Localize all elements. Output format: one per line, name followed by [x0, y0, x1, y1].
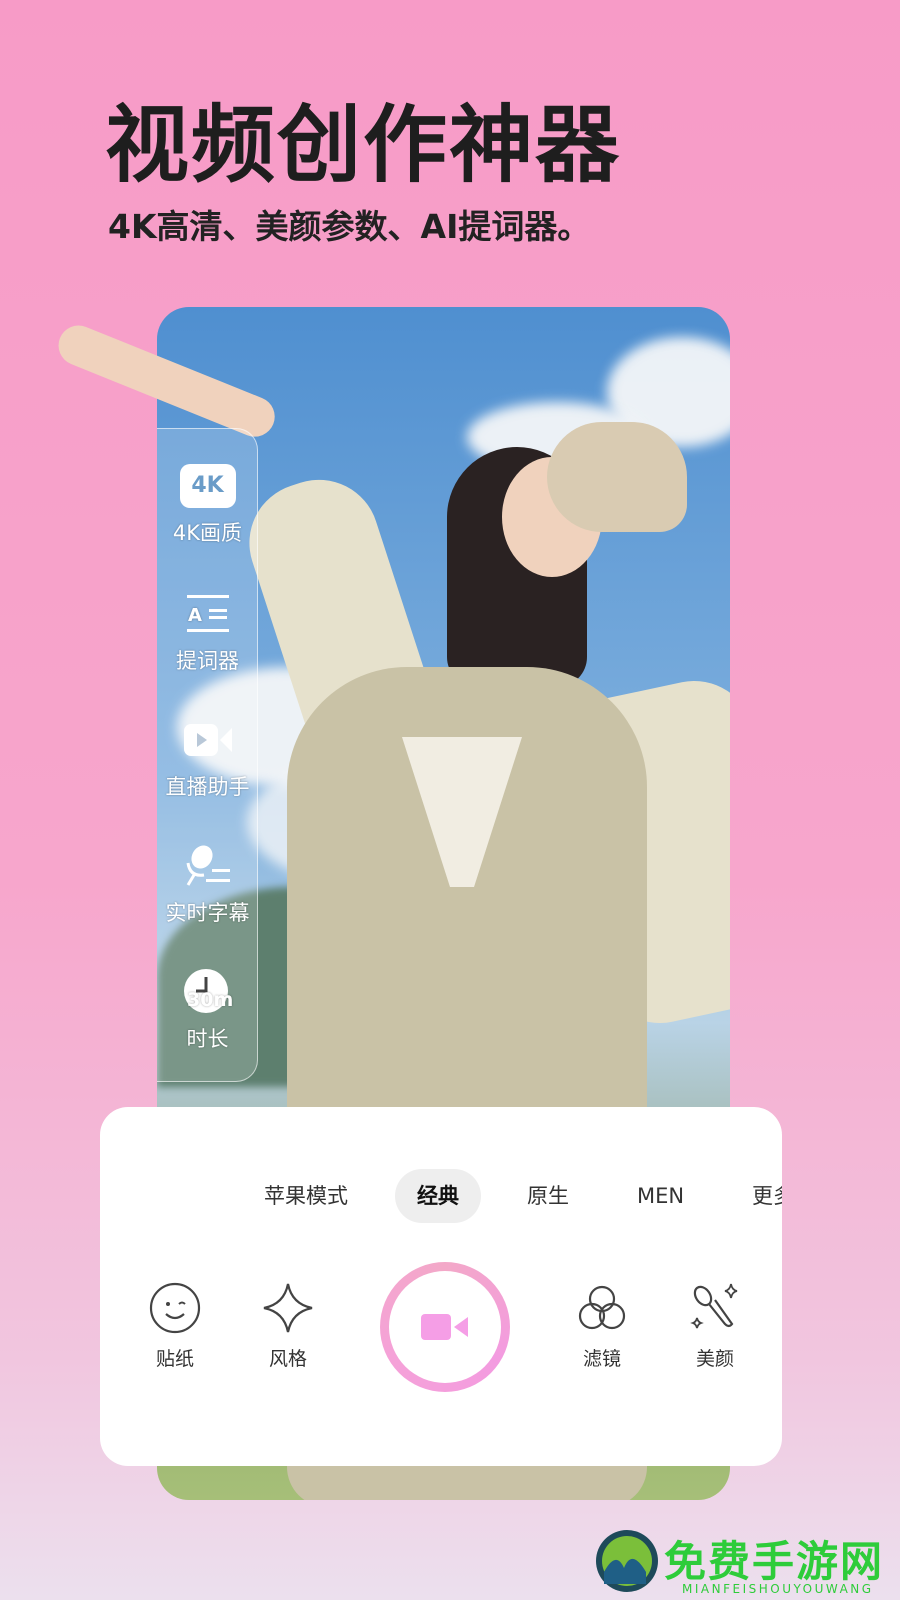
4k-icon: 4K [179, 464, 236, 508]
tab-men[interactable]: MEN [615, 1169, 706, 1223]
tool-label: 美颜 [695, 1348, 734, 1370]
sticker-button[interactable]: 贴纸 [130, 1282, 220, 1371]
tab-classic[interactable]: 经典 [395, 1169, 481, 1223]
tool-label: 滤镜 [582, 1348, 621, 1370]
sidebar-item-subtitles[interactable]: 实时字幕 [157, 839, 258, 927]
tool-label: 贴纸 [155, 1348, 194, 1370]
filter-button[interactable]: 滤镜 [557, 1282, 647, 1371]
teleprompter-icon: A [157, 587, 258, 641]
sidebar-item-label: 直播助手 [165, 775, 250, 799]
sidebar-item-4k[interactable]: 4K 4K画质 [157, 459, 258, 547]
svg-text:A: A [188, 605, 202, 626]
tab-more[interactable]: 更多 [730, 1169, 782, 1223]
sidebar-item-live[interactable]: 直播助手 [157, 713, 258, 801]
watermark-name: 免费手游网 [664, 1537, 885, 1586]
style-button[interactable]: 风格 [243, 1282, 333, 1371]
sidebar-item-duration[interactable]: 30m 时长 [157, 965, 258, 1053]
camera-control-panel: 苹果模式 经典 原生 MEN 更多 贴纸 风格 滤镜 美颜 [100, 1107, 782, 1466]
style-sparkle-icon [263, 1283, 313, 1333]
tab-apple-mode[interactable]: 苹果模式 [242, 1169, 370, 1223]
watermark-logo [596, 1530, 658, 1592]
feature-sidebar: 4K 4K画质 A 提词器 直播助手 实时字幕 30m 时长 [157, 428, 258, 1082]
record-button[interactable] [380, 1262, 510, 1392]
watermark-pinyin: MIANFEISHOUYOUWANG [682, 1582, 874, 1596]
sidebar-item-label: 时长 [186, 1027, 229, 1051]
clock-icon: 30m [157, 965, 258, 1019]
watermark: 免费手游网 MIANFEISHOUYOUWANG [594, 1530, 894, 1600]
sidebar-item-label: 4K画质 [172, 521, 243, 545]
sticker-smile-icon [149, 1282, 201, 1334]
beauty-button[interactable]: 美颜 [670, 1282, 760, 1371]
page-subtitle: 4K高清、美颜参数、AI提词器。 [108, 207, 591, 246]
sidebar-item-label: 实时字幕 [165, 901, 250, 925]
sidebar-item-label: 提词器 [176, 649, 239, 673]
tool-label: 风格 [268, 1348, 307, 1370]
mode-tabs: 苹果模式 经典 原生 MEN 更多 [100, 1169, 782, 1225]
tab-native[interactable]: 原生 [505, 1169, 591, 1223]
record-video-icon [421, 1314, 468, 1340]
live-camera-icon [157, 713, 258, 767]
subtitle-mic-icon [157, 839, 258, 893]
sidebar-item-teleprompter[interactable]: A 提词器 [157, 587, 258, 675]
duration-badge: 30m [187, 989, 234, 1011]
beauty-wand-icon [690, 1283, 738, 1329]
filter-circles-icon [578, 1285, 626, 1330]
page-title: 视频创作神器 [105, 96, 622, 194]
